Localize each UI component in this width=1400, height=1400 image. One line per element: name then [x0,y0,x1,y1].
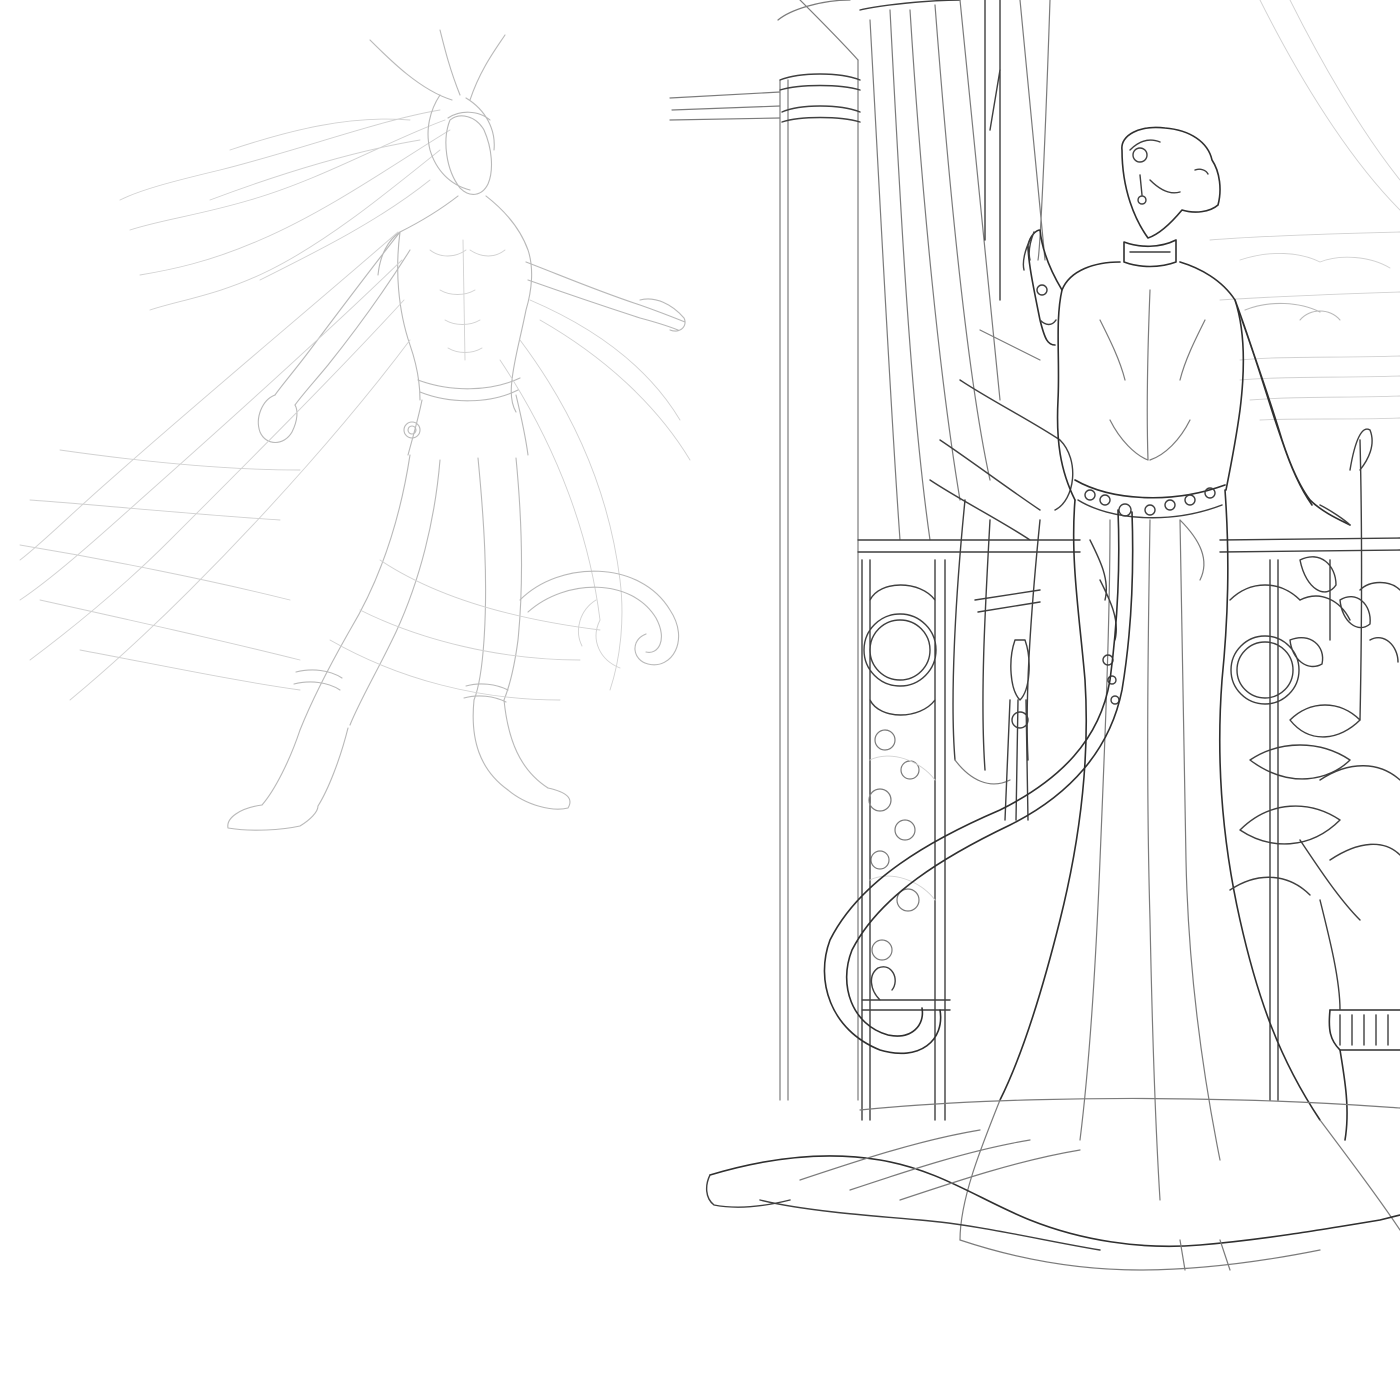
left-figure-legs [227,454,571,831]
woman-collar [1123,239,1177,268]
potted-plant [1229,428,1400,1141]
left-figure-hair [119,29,506,311]
woman-belt [1074,479,1226,519]
railing-flowers [868,729,936,961]
background-seascape [1209,0,1400,421]
left-figure-torso [377,195,533,413]
woman-right-arm [1234,299,1351,526]
woman-figure [705,126,1400,1271]
curtain-tassel [1010,639,1030,701]
balcony-railing [857,537,1400,1121]
left-figure-belt [403,377,529,456]
left-figure-sketch [19,29,691,831]
woman-left-arm [1027,229,1063,346]
left-figure-tail [519,570,680,669]
left-figure-arms [257,231,686,444]
sketch-artwork [19,0,1400,1271]
pillar [669,0,861,1101]
sketch-canvas [0,0,1400,1400]
right-scene [669,0,1400,1271]
gown-train [709,1155,1400,1248]
left-figure-cape [19,231,691,701]
curtain [859,0,1074,821]
floor-line [859,1097,1400,1111]
